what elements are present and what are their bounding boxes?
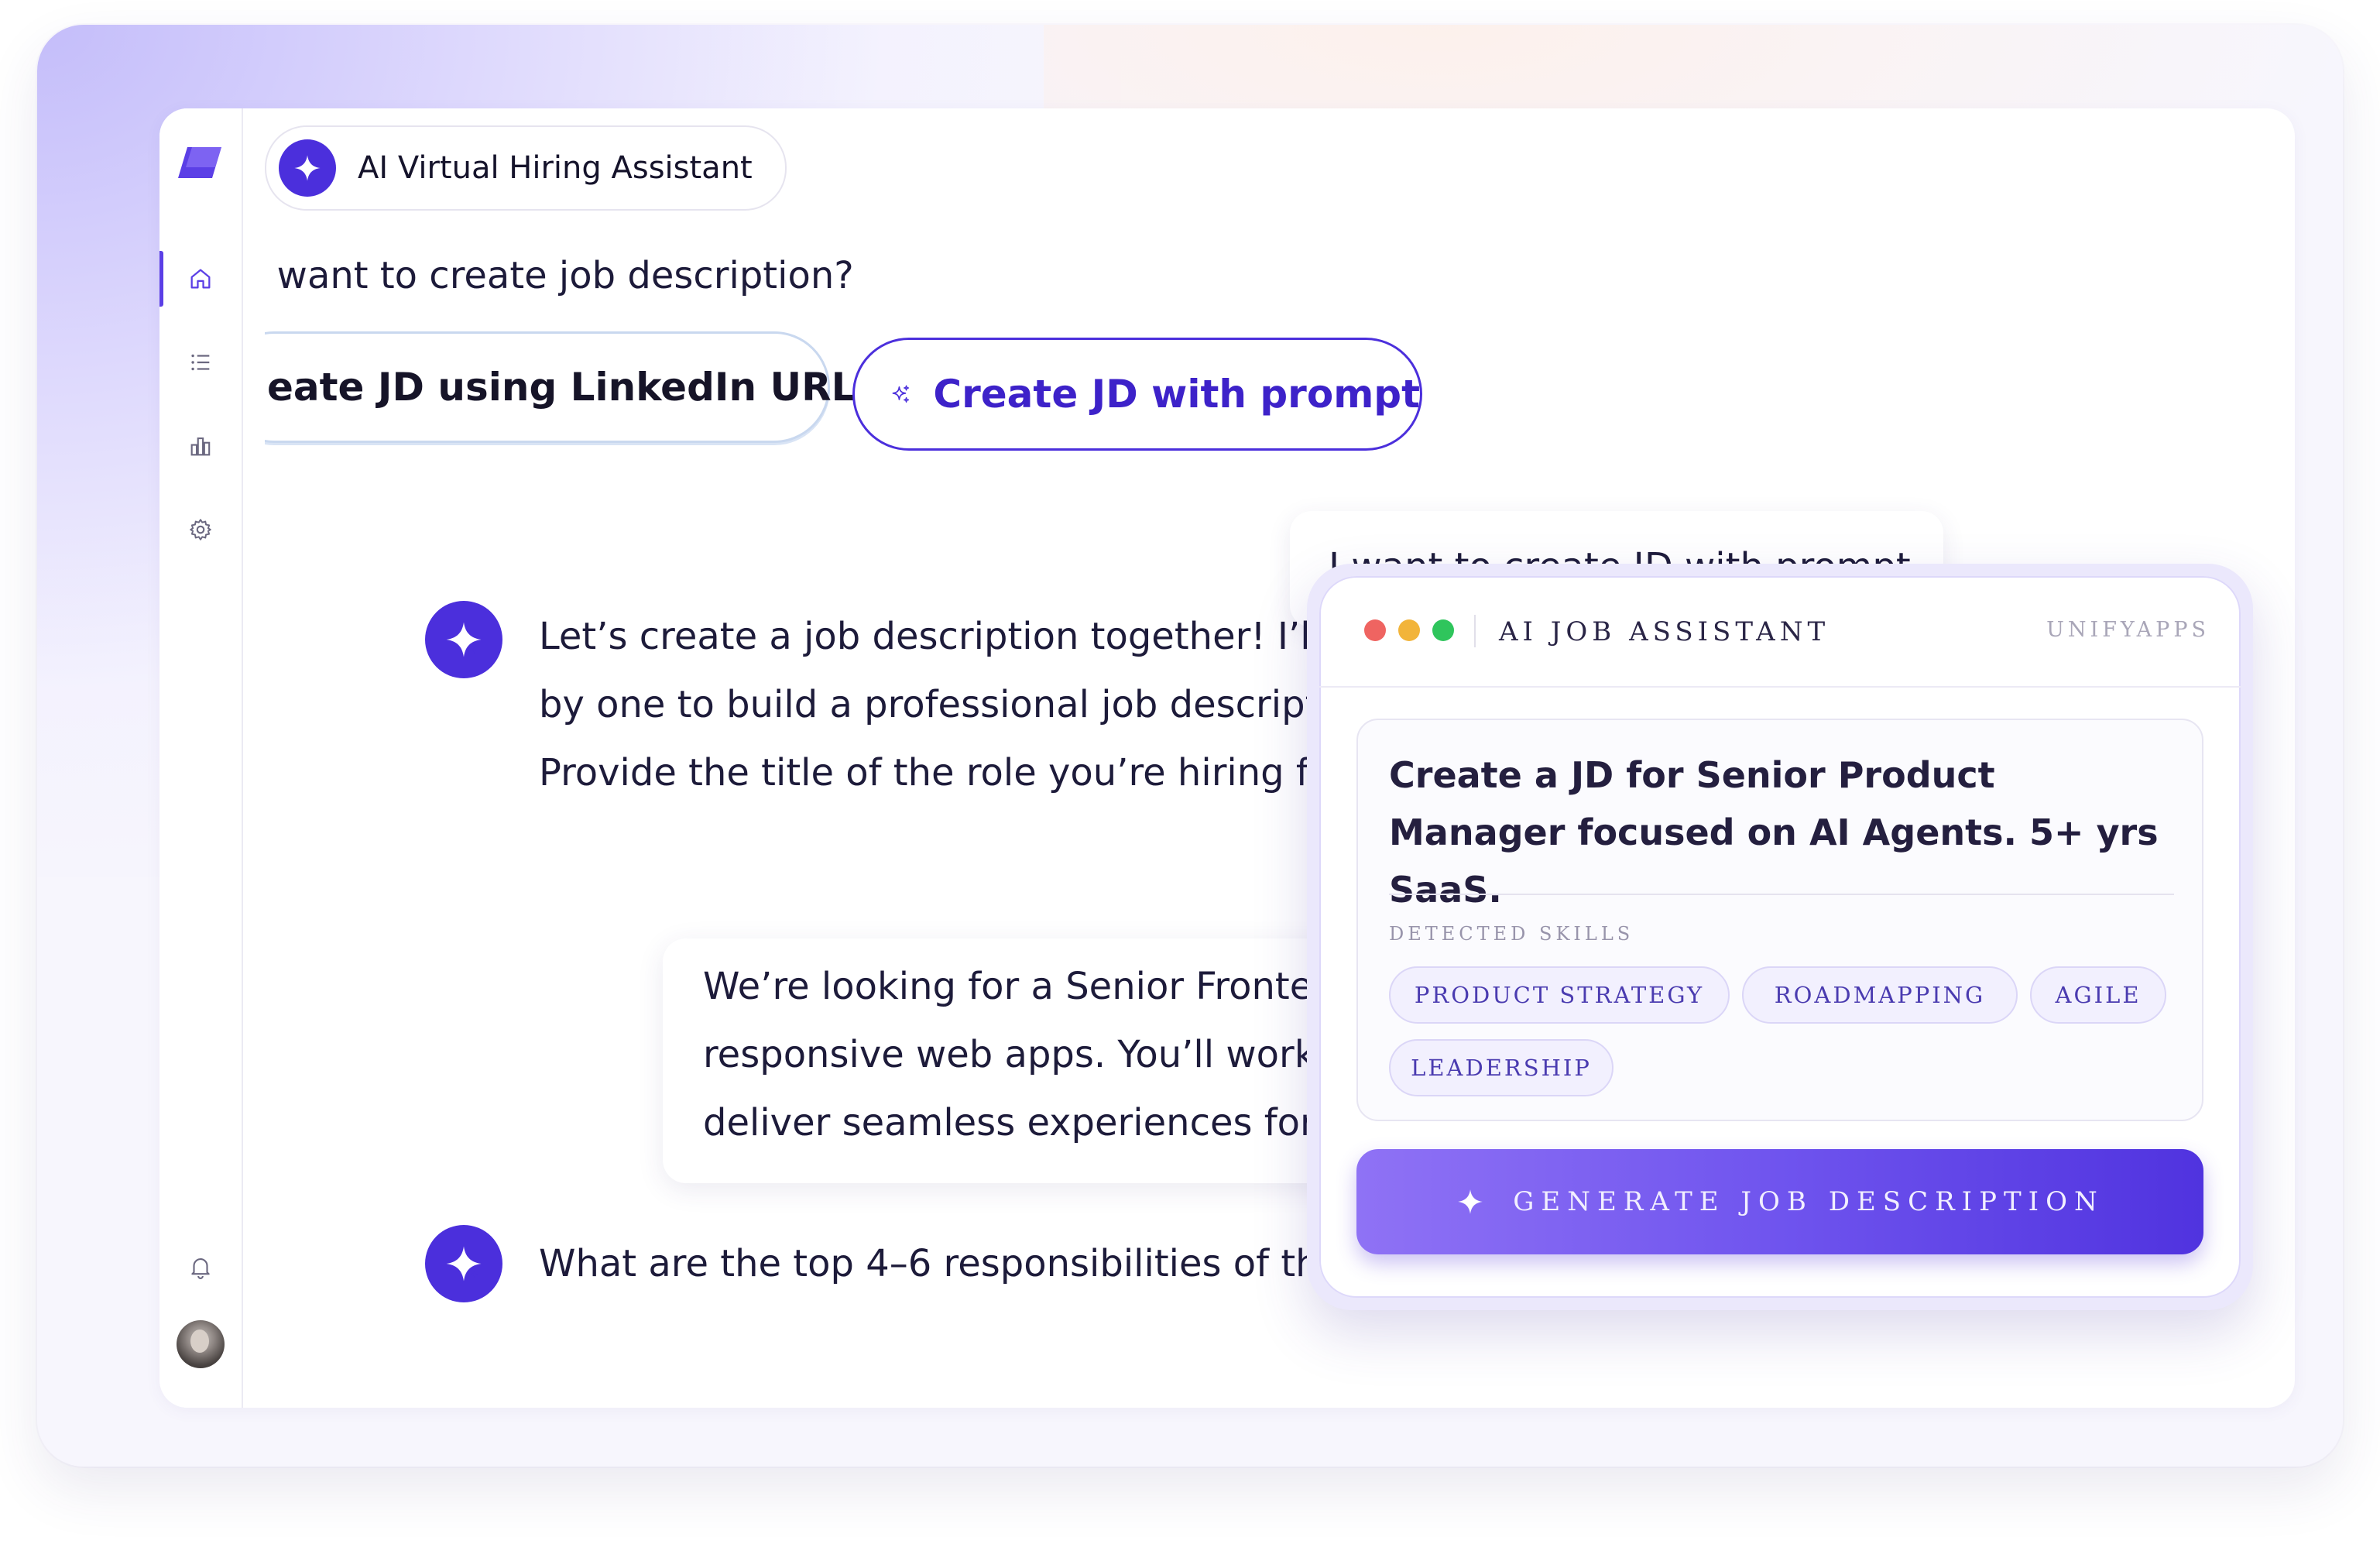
bell-icon: [191, 1258, 210, 1279]
question-text: u want to create job description?: [265, 254, 854, 297]
sidebar-item-settings[interactable]: [159, 502, 242, 558]
bot-message-1: Let’s create a job description together!…: [539, 602, 1429, 807]
sparkle-icon: [1458, 1189, 1483, 1214]
bot-message-1-line: Let’s create a job description together!…: [539, 615, 1356, 658]
titlebar-divider: [1474, 615, 1476, 647]
card-title: AI JOB ASSISTANT: [1499, 616, 1830, 647]
skill-chip[interactable]: AGILE: [2030, 966, 2166, 1024]
bot-avatar-1: [425, 601, 502, 678]
sparkles-icon: [892, 385, 910, 403]
sidebar: [159, 108, 243, 1408]
card-titlebar: AI JOB ASSISTANT UNIFYAPPS: [1319, 576, 2241, 688]
bot-avatar-2: [425, 1225, 502, 1302]
bot-message-2: What are the top 4–6 responsibilities of…: [539, 1242, 1349, 1285]
sidebar-item-list[interactable]: [159, 335, 242, 390]
list-icon: [191, 354, 210, 371]
minimize-dot[interactable]: [1398, 619, 1420, 641]
skill-chip[interactable]: ROADMAPPING: [1742, 966, 2018, 1024]
user-reply-line: deliver seamless experiences for: [703, 1101, 1315, 1144]
bot-message-1-line: Provide the title of the role you’re hir…: [539, 751, 1347, 794]
home-icon: [190, 269, 211, 289]
sparkle-icon: [425, 1225, 502, 1302]
generate-job-description-button[interactable]: GENERATE JOB DESCRIPTION: [1356, 1149, 2203, 1254]
skill-chip[interactable]: LEADERSHIP: [1389, 1039, 1614, 1096]
assistant-header-chip[interactable]: AI Virtual Hiring Assistant: [265, 125, 787, 211]
active-indicator: [159, 251, 163, 307]
generate-button-label: GENERATE JOB DESCRIPTION: [1513, 1186, 2104, 1217]
close-dot[interactable]: [1364, 619, 1386, 641]
bar-chart-icon: [190, 437, 211, 456]
maximize-dot[interactable]: [1432, 619, 1454, 641]
notifications-button[interactable]: [159, 1239, 242, 1295]
create-jd-prompt-label: Create JD with prompt: [933, 372, 1420, 417]
app-logo-icon[interactable]: [177, 144, 223, 181]
create-jd-prompt-button[interactable]: Create JD with prompt: [852, 338, 1422, 451]
prompt-text: Create a JD for Senior Product Manager f…: [1389, 754, 2159, 911]
sidebar-item-home[interactable]: [159, 251, 242, 307]
detected-skills-label: DETECTED SKILLS: [1389, 923, 1634, 945]
card-brand: UNIFYAPPS: [2046, 618, 2210, 642]
prompt-box[interactable]: Create a JD for Senior Product Manager f…: [1356, 719, 2203, 1121]
question-container: u want to create job description?: [265, 248, 1039, 310]
job-assistant-card: AI JOB ASSISTANT UNIFYAPPS Create a JD f…: [1319, 576, 2241, 1298]
user-reply-line: We’re looking for a Senior Fronten: [703, 965, 1336, 1008]
sparkle-icon: [425, 601, 502, 678]
skill-chip[interactable]: PRODUCT STRATEGY: [1389, 966, 1730, 1024]
outer-frame: AI Virtual Hiring Assistant u want to cr…: [37, 25, 2343, 1467]
user-reply-text: We’re looking for a Senior Fronten respo…: [703, 952, 1336, 1157]
sparkle-icon: [279, 139, 336, 197]
sidebar-item-analytics[interactable]: [159, 418, 242, 474]
assistant-title: AI Virtual Hiring Assistant: [358, 150, 753, 186]
create-jd-linkedin-label: eate JD using LinkedIn URL: [267, 365, 856, 410]
avatar[interactable]: [177, 1320, 225, 1368]
prompt-divider: [1389, 894, 2174, 895]
create-jd-linkedin-button[interactable]: eate JD using LinkedIn URL: [265, 331, 856, 443]
bot-message-1-line: by one to build a professional job descr…: [539, 683, 1330, 726]
gear-icon: [190, 519, 211, 540]
user-reply-line: responsive web apps. You’ll work: [703, 1033, 1316, 1076]
